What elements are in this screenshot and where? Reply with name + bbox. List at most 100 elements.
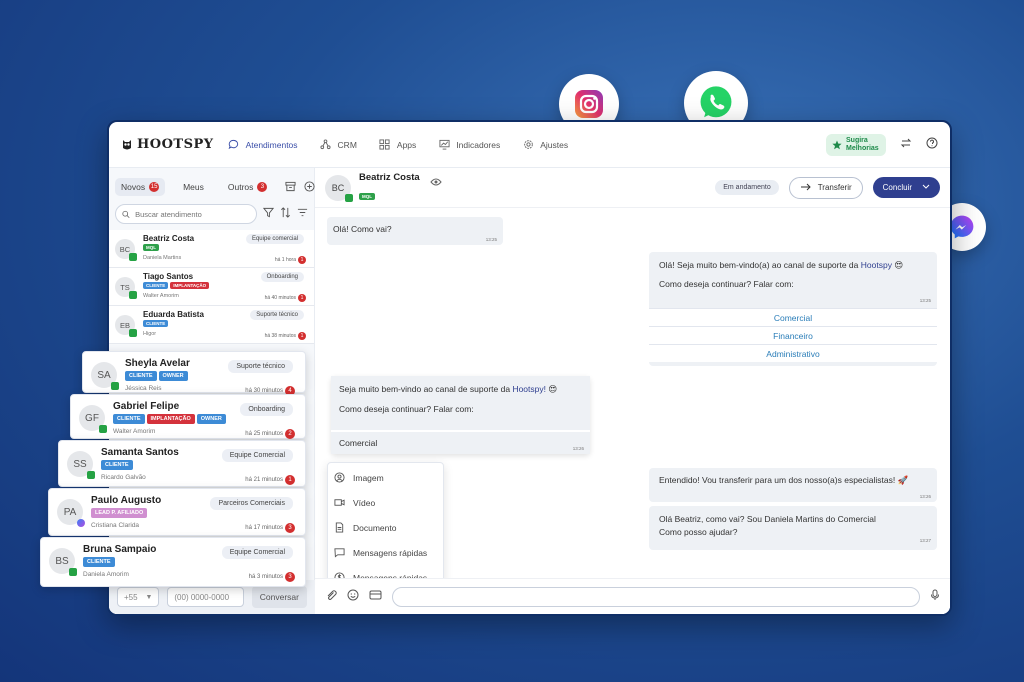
sort-icon[interactable] xyxy=(280,205,291,223)
nav-label: Atendimentos xyxy=(245,139,298,150)
chevron-down-icon[interactable] xyxy=(922,183,930,192)
chat-header: BC Beatriz Costa MQL Em andamento Transf… xyxy=(315,168,950,208)
message-text: Como posso ajudar? xyxy=(659,527,738,537)
contact-tag: MQL xyxy=(143,244,159,251)
outgoing-message: Olá Beatriz, como vai? Sou Daniela Marti… xyxy=(649,506,937,550)
tab-meus[interactable]: Meus xyxy=(177,178,210,196)
emoji-icon[interactable] xyxy=(347,588,359,606)
message-time: 13:25 xyxy=(919,298,931,303)
whatsapp-icon xyxy=(129,291,137,299)
archive-icon[interactable] xyxy=(285,181,296,194)
message-text: Olá! Como vai? xyxy=(333,224,392,234)
chart-monitor-icon xyxy=(438,139,450,151)
template-icon[interactable] xyxy=(369,588,382,606)
attach-document[interactable]: Documento xyxy=(328,515,443,540)
whatsapp-icon xyxy=(345,193,353,202)
contact-tag: LEAD P. AFILIADO xyxy=(91,508,148,518)
count-badge: 3 xyxy=(257,182,268,192)
assigned-agent: Walter Amorim xyxy=(143,293,179,299)
avatar: PA xyxy=(57,499,85,527)
help-icon[interactable] xyxy=(926,136,938,154)
message-text: Olá! Seja muito bem-vindo(a) ao canal de… xyxy=(659,260,859,270)
contact-tags: LEAD P. AFILIADO xyxy=(91,508,148,518)
contact-tags: CLIENTE xyxy=(101,460,133,470)
whatsapp-icon xyxy=(129,253,137,261)
nav-atendimentos[interactable]: Atendimentos xyxy=(228,139,298,151)
contact-tags: CLIENTE xyxy=(83,557,115,567)
attach-image[interactable]: Imagem xyxy=(328,465,443,490)
contact-card[interactable]: SS Samanta Santos CLIENTE Ricardo Galvão… xyxy=(58,440,306,487)
elapsed-time: há 25 minutos xyxy=(245,431,283,437)
tab-novos[interactable]: Novos 15 xyxy=(115,178,166,196)
contact-card[interactable]: SA Sheyla Avelar CLIENTE OWNER Jéssica Re… xyxy=(82,351,306,396)
nav-label: Apps xyxy=(396,139,417,150)
assigned-agent: Daniela Martins xyxy=(143,255,182,261)
contact-card[interactable]: GF Gabriel Felipe CLIENTE IMPLANTAÇÃO OWNE… xyxy=(70,394,306,439)
contact-card[interactable]: BS Bruna Sampaio CLIENTE Daniela Amorim … xyxy=(40,537,306,587)
avatar-initials: SA xyxy=(97,369,111,381)
message-time: 13:26 xyxy=(919,494,931,499)
message-text: Olá Beatriz, como vai? Sou Daniela Marti… xyxy=(659,514,876,524)
list-filter-icon[interactable] xyxy=(297,205,308,223)
start-chat-button[interactable]: Conversar xyxy=(251,586,307,608)
avatar: BS xyxy=(49,548,77,576)
unread-count-badge: 1 xyxy=(298,256,306,264)
microphone-icon[interactable] xyxy=(930,588,940,606)
nav-label: Ajustes xyxy=(540,139,569,150)
outgoing-bot-message: Olá! Seja muito bem-vindo(a) ao canal de… xyxy=(649,252,937,366)
search-input[interactable] xyxy=(135,209,250,219)
contact-row[interactable]: BC Beatriz Costa MQL Daniela Martins Equ… xyxy=(109,230,314,268)
message-text: Como deseja continuar? Falar com: xyxy=(659,279,794,289)
nav-crm[interactable]: CRM xyxy=(320,139,357,151)
avatar: SS xyxy=(67,451,95,479)
transfer-button[interactable]: Transferir xyxy=(788,176,863,199)
avatar-initials: EB xyxy=(119,320,130,330)
add-icon[interactable] xyxy=(304,180,315,194)
message-input[interactable] xyxy=(392,586,920,607)
tab-outros[interactable]: Outros 3 xyxy=(222,178,274,196)
attach-quick-messages[interactable]: Mensagens rápidas xyxy=(328,540,443,565)
menu-label: Imagem xyxy=(353,472,384,483)
contact-row[interactable]: TS Tiago Santos CLIENTE IMPLANTAÇÃO Walte… xyxy=(109,268,314,306)
search-icon xyxy=(122,210,130,218)
conclude-button[interactable]: Concluir xyxy=(872,177,940,198)
department-badge: Equipe Comercial xyxy=(221,449,293,462)
tab-actions xyxy=(285,180,315,194)
unread-count-badge: 3 xyxy=(285,523,295,533)
nav-ajustes[interactable]: Ajustes xyxy=(522,139,568,151)
contact-tag: CLIENTE xyxy=(125,371,157,381)
avatar: SA xyxy=(91,362,119,390)
whatsapp-icon xyxy=(99,425,107,433)
elapsed-time: há 1 hora xyxy=(274,257,296,263)
brand-logo[interactable]: HOOTSPY xyxy=(121,137,214,152)
quoted-reply-message: Seja muito bem-vindo ao canal de suporte… xyxy=(331,376,590,454)
nav-apps[interactable]: Apps xyxy=(379,139,416,151)
assigned-agent: Ricardo Galvão xyxy=(101,474,146,481)
gear-icon xyxy=(522,139,534,151)
instagram-icon xyxy=(575,90,603,118)
contact-name: Bruna Sampaio xyxy=(83,544,157,555)
nav-indicadores[interactable]: Indicadores xyxy=(438,139,500,151)
contact-tag: CLIENTE xyxy=(143,282,169,289)
option-financeiro[interactable]: Financeiro xyxy=(649,326,937,344)
topbar-actions: Sugira Melhorias xyxy=(826,133,938,156)
contact-tag: IMPLANTAÇÃO xyxy=(170,282,210,289)
contact-row[interactable]: EB Eduarda Batista CLIENTE Higor Suporte… xyxy=(109,306,314,344)
smile-emoji: 😍 xyxy=(548,384,558,394)
chat-actions: Em andamento Transferir Concluir xyxy=(715,176,940,199)
phone-input[interactable]: (00) 0000-0000 xyxy=(167,587,244,607)
suggest-improvements-button[interactable]: Sugira Melhorias xyxy=(826,133,886,156)
search-field[interactable] xyxy=(115,204,257,224)
country-code-select[interactable]: +55 ▼ xyxy=(117,587,160,607)
attach-video[interactable]: Vídeo xyxy=(328,490,443,515)
option-administrativo[interactable]: Administrativo xyxy=(649,344,937,362)
filter-icon[interactable] xyxy=(262,205,275,223)
eye-icon[interactable] xyxy=(430,173,442,191)
tab-label: Outros xyxy=(227,182,254,192)
option-comercial[interactable]: Comercial xyxy=(649,308,937,326)
avatar: GF xyxy=(79,405,107,433)
swap-icon[interactable] xyxy=(900,136,912,154)
avatar: BC xyxy=(325,174,353,202)
contact-card[interactable]: PA Paulo Augusto LEAD P. AFILIADO Cristi… xyxy=(48,488,306,536)
paperclip-icon[interactable] xyxy=(325,588,337,606)
